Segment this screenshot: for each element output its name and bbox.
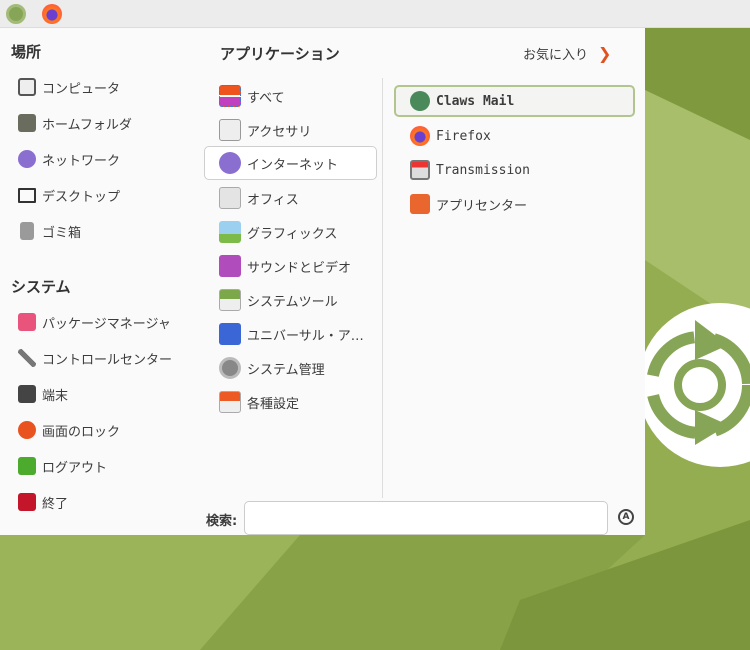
search-icon[interactable]: A bbox=[618, 509, 634, 525]
office-icon bbox=[219, 187, 241, 209]
power-icon bbox=[18, 493, 36, 511]
place-network[interactable]: ネットワーク bbox=[18, 146, 120, 172]
favorites-button[interactable]: お気に入り ❯ bbox=[523, 40, 611, 66]
system-logout[interactable]: ログアウト bbox=[18, 453, 107, 479]
category-system-tools[interactable]: システムツール bbox=[219, 287, 338, 313]
place-computer[interactable]: コンピュータ bbox=[18, 74, 120, 100]
column-divider bbox=[382, 78, 383, 498]
main-menu: 場所 コンピュータ ホームフォルダ ネットワーク デスクトップ ゴミ箱 システム… bbox=[0, 28, 645, 535]
system-shutdown[interactable]: 終了 bbox=[18, 489, 68, 515]
system-tools-icon bbox=[219, 289, 241, 311]
computer-icon bbox=[18, 78, 36, 96]
claws-mail-icon bbox=[410, 91, 430, 111]
internet-icon bbox=[219, 152, 241, 174]
applications-heading: アプリケーション bbox=[220, 45, 340, 63]
transmission-icon bbox=[410, 160, 430, 180]
category-administration[interactable]: システム管理 bbox=[219, 355, 325, 381]
system-terminal[interactable]: 端末 bbox=[18, 381, 68, 407]
lock-icon bbox=[18, 421, 36, 439]
ubuntu-mate-menu-icon[interactable] bbox=[6, 4, 26, 24]
accessories-icon bbox=[219, 119, 241, 141]
multimedia-icon bbox=[219, 255, 241, 277]
search-input[interactable] bbox=[244, 501, 608, 535]
system-package-manager[interactable]: パッケージマネージャ bbox=[18, 309, 171, 335]
gear-icon bbox=[219, 357, 241, 379]
search-label: 検索: bbox=[206, 514, 238, 529]
desktop-icon bbox=[18, 187, 36, 203]
folder-icon bbox=[18, 114, 36, 132]
wrench-icon bbox=[18, 349, 36, 367]
category-graphics[interactable]: グラフィックス bbox=[219, 219, 337, 245]
app-claws-mail[interactable]: Claws Mail bbox=[394, 85, 635, 117]
logout-icon bbox=[18, 457, 36, 475]
category-internet[interactable]: インターネット bbox=[204, 146, 377, 180]
category-accessories[interactable]: アクセサリ bbox=[219, 117, 311, 143]
places-heading: 場所 bbox=[11, 43, 42, 61]
package-icon bbox=[18, 313, 36, 331]
system-heading: システム bbox=[11, 278, 71, 296]
place-desktop[interactable]: デスクトップ bbox=[18, 182, 120, 208]
place-trash[interactable]: ゴミ箱 bbox=[18, 218, 81, 244]
software-center-icon bbox=[410, 194, 430, 214]
accessibility-icon bbox=[219, 323, 241, 345]
all-apps-icon bbox=[219, 85, 241, 107]
terminal-icon bbox=[18, 385, 36, 403]
top-panel bbox=[0, 0, 750, 28]
network-icon bbox=[18, 150, 36, 168]
category-universal-access[interactable]: ユニバーサル・ア… bbox=[219, 321, 364, 347]
category-sound-video[interactable]: サウンドとビデオ bbox=[219, 253, 351, 279]
firefox-icon[interactable] bbox=[42, 4, 62, 24]
app-software-center[interactable]: アプリセンター bbox=[410, 191, 527, 217]
trash-icon bbox=[20, 222, 34, 240]
preferences-icon bbox=[219, 391, 241, 413]
place-home[interactable]: ホームフォルダ bbox=[18, 110, 132, 136]
graphics-icon bbox=[219, 221, 241, 243]
system-control-center[interactable]: コントロールセンター bbox=[18, 345, 172, 371]
category-all[interactable]: すべて bbox=[219, 83, 285, 109]
system-lock-screen[interactable]: 画面のロック bbox=[18, 417, 120, 443]
chevron-right-icon: ❯ bbox=[598, 43, 612, 63]
category-preferences[interactable]: 各種設定 bbox=[219, 389, 299, 415]
category-office[interactable]: オフィス bbox=[219, 185, 299, 211]
app-transmission[interactable]: Transmission bbox=[410, 157, 530, 183]
app-firefox[interactable]: Firefox bbox=[410, 123, 491, 149]
firefox-icon bbox=[410, 126, 430, 146]
